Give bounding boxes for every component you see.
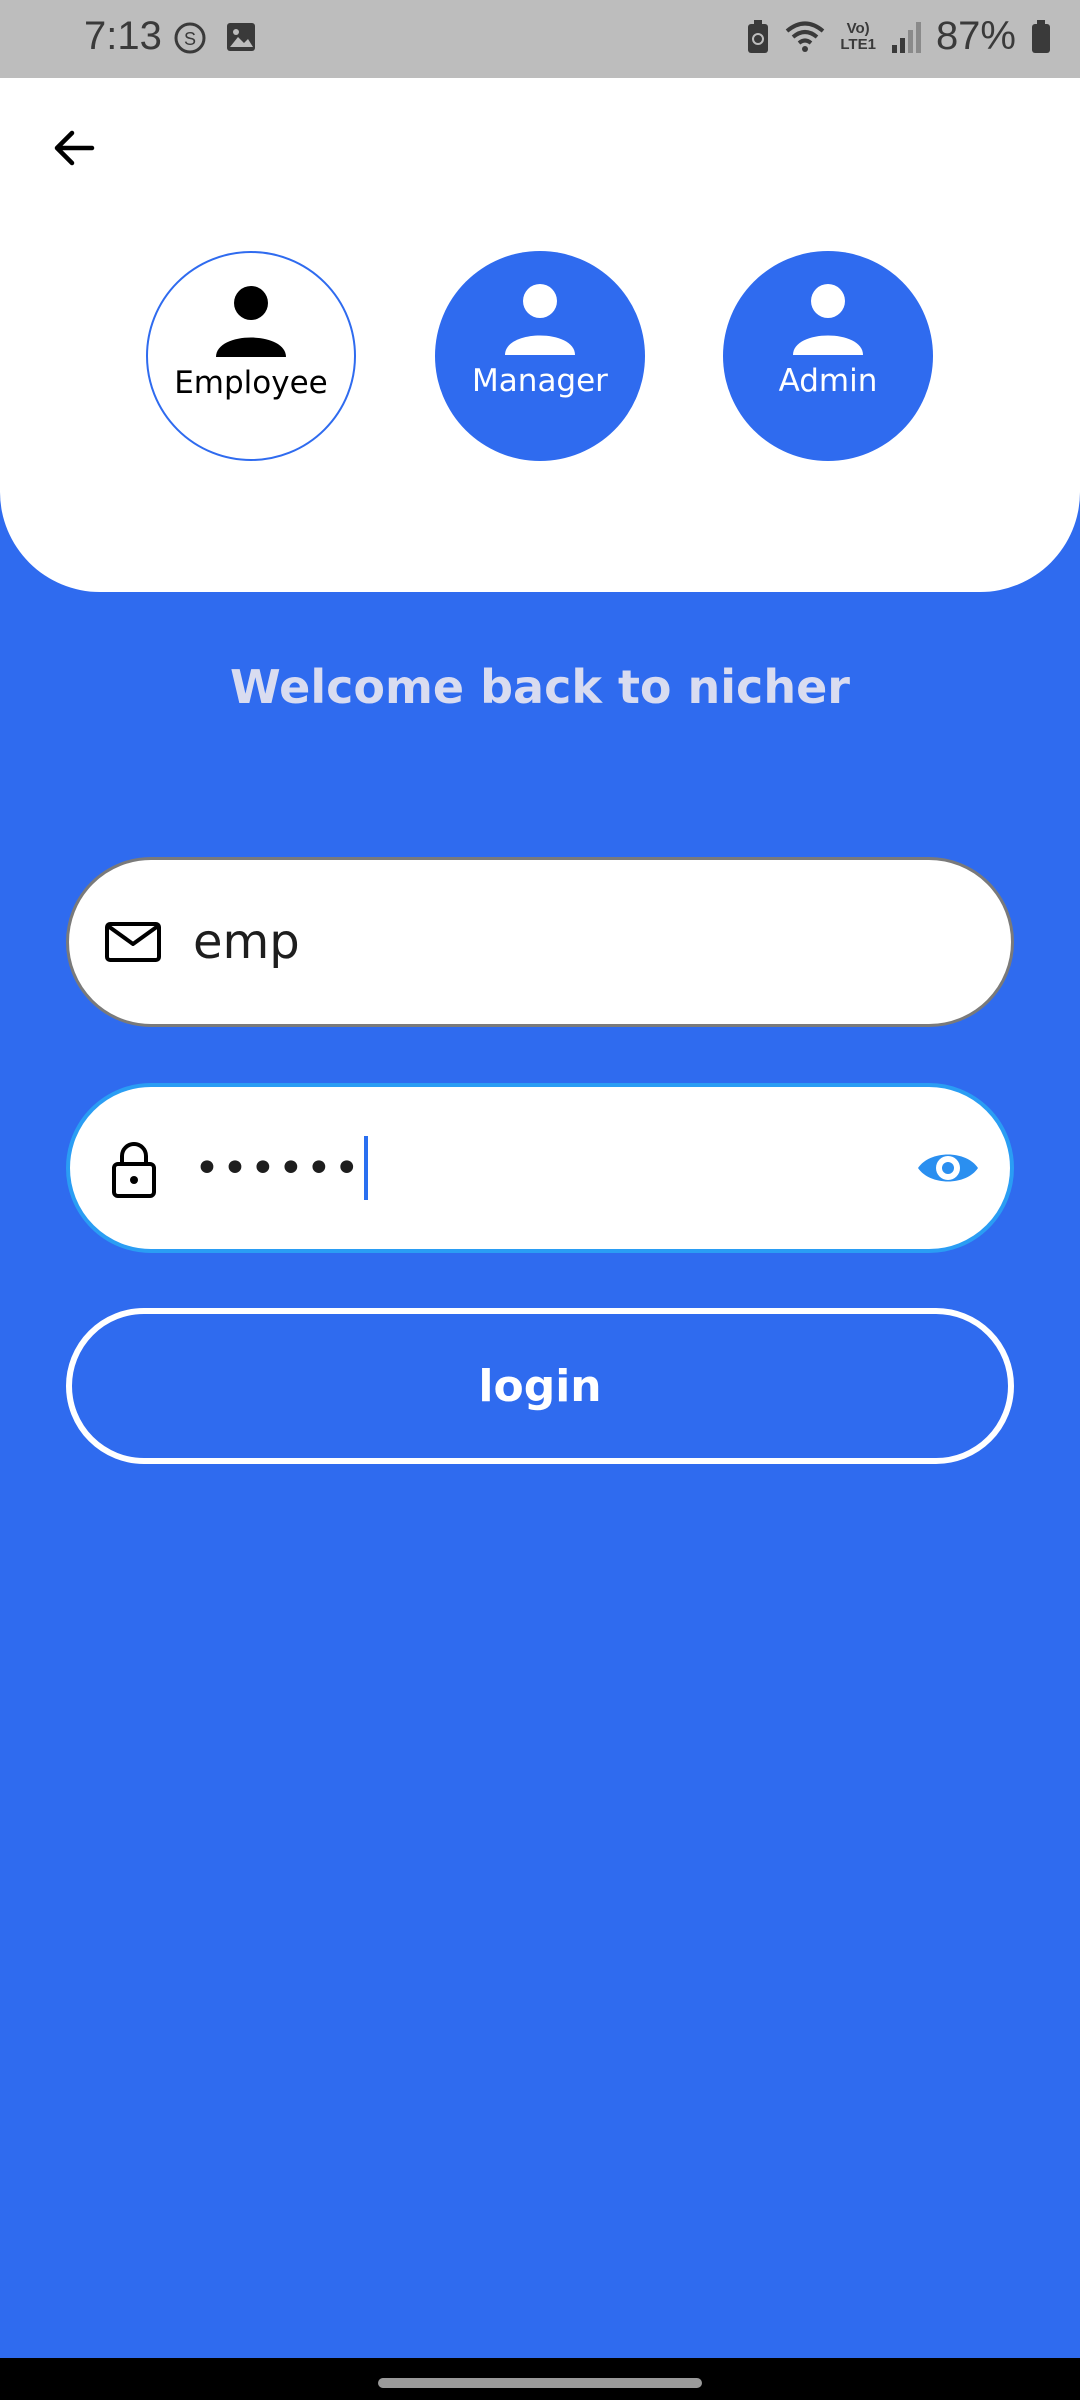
battery-saver-icon [748, 19, 769, 53]
network-type: Vo) LTE1 [840, 19, 876, 53]
battery-percent: 87% [935, 14, 1016, 58]
person-icon [216, 286, 286, 357]
text-cursor [363, 1136, 368, 1200]
arrow-left-icon [54, 130, 95, 166]
system-navigation-bar [0, 2358, 1080, 2400]
lock-icon [112, 1142, 156, 1198]
home-indicator[interactable] [378, 2378, 702, 2388]
role-employee-label: Employee [174, 365, 328, 401]
role-admin-label: Admin [778, 363, 878, 399]
eye-icon[interactable] [916, 1136, 980, 1200]
email-field[interactable]: emp [66, 857, 1014, 1027]
person-icon [505, 284, 575, 355]
wifi-icon [786, 21, 825, 52]
status-left-icons: S [172, 20, 258, 56]
welcome-heading: Welcome back to nicher [230, 660, 850, 714]
status-right: Vo) LTE1 87% [746, 14, 1052, 59]
mail-icon [105, 922, 161, 962]
role-manager-button[interactable]: Manager [435, 251, 645, 461]
status-time: 7:13 [84, 14, 162, 58]
signal-icon [891, 21, 921, 53]
login-button[interactable]: login [66, 1308, 1014, 1464]
back-button[interactable] [44, 118, 104, 178]
role-admin-button[interactable]: Admin [723, 251, 933, 461]
status-bar: 7:13 S Vo) LTE1 87% [0, 0, 1080, 78]
network-label-top: Vo) [846, 19, 870, 37]
svg-text:S: S [184, 29, 196, 49]
email-value: emp [193, 914, 300, 970]
login-button-label: login [478, 1360, 602, 1412]
battery-icon [1032, 19, 1050, 53]
password-input-area: •••••• [194, 1136, 368, 1200]
role-employee-button[interactable]: Employee [146, 251, 356, 461]
network-label-bottom: LTE1 [840, 35, 876, 53]
sync-icon: S [174, 22, 206, 54]
gallery-icon [227, 23, 255, 51]
person-icon [793, 284, 863, 355]
password-value: •••••• [194, 1142, 362, 1194]
role-manager-label: Manager [472, 363, 608, 399]
password-field[interactable]: •••••• [66, 1083, 1014, 1253]
